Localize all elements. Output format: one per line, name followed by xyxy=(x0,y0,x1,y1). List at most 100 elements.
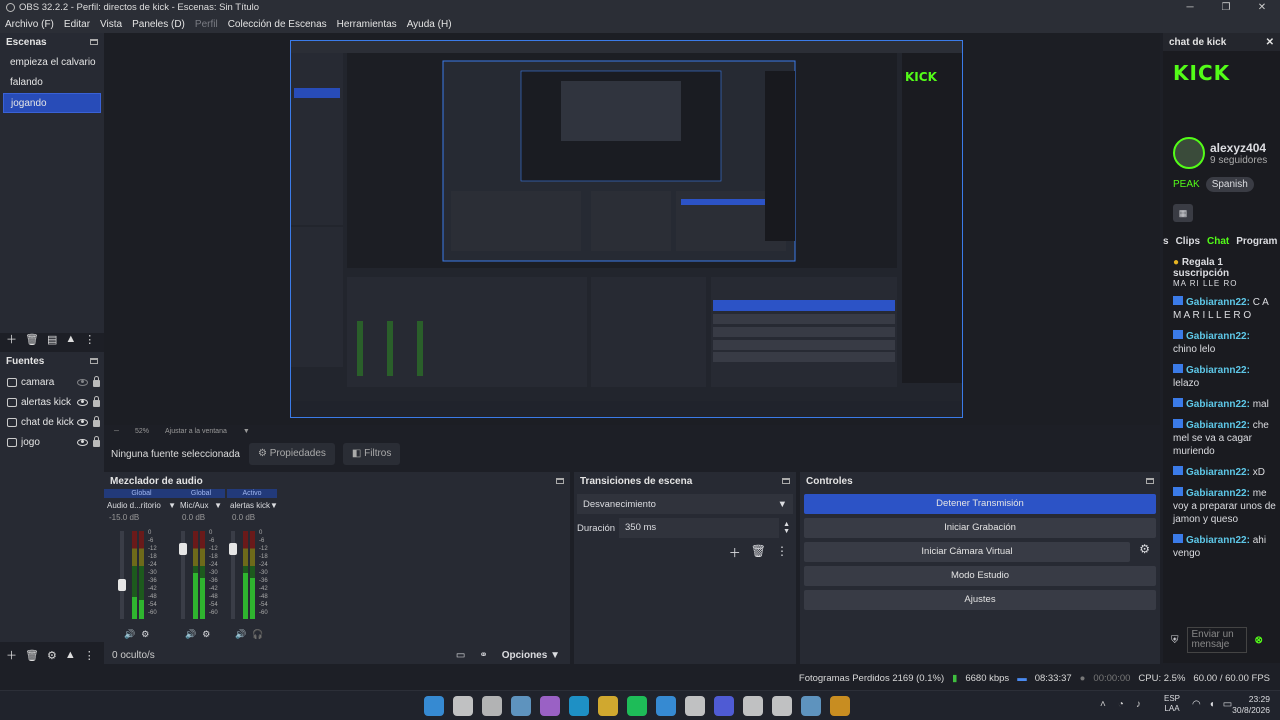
scene-item[interactable]: jogando xyxy=(3,93,101,113)
more-icon[interactable]: ⋮ xyxy=(84,333,95,346)
menu-item[interactable]: Ayuda (H) xyxy=(402,19,457,30)
steam-icon[interactable] xyxy=(801,696,821,716)
avatar[interactable] xyxy=(1173,137,1205,169)
chat-username[interactable]: Gabiarann22: xyxy=(1186,399,1250,410)
transition-select[interactable]: Desvanecimiento ▼ xyxy=(577,494,793,514)
move-up-icon[interactable]: ▲ xyxy=(65,649,76,661)
discord-icon[interactable] xyxy=(714,696,734,716)
menu-item[interactable]: Colección de Escenas xyxy=(223,19,332,30)
move-up-icon[interactable]: ▲ xyxy=(65,333,76,345)
undock-icon[interactable] xyxy=(556,478,564,484)
undock-icon[interactable] xyxy=(90,358,98,364)
spinner-icon[interactable]: ▲ ▼ xyxy=(783,521,790,535)
lock-icon[interactable] xyxy=(93,396,100,407)
scene-item[interactable]: falando xyxy=(3,73,101,93)
gear-icon[interactable]: 🎧 xyxy=(252,629,263,640)
remove-source-icon[interactable]: 🗑 xyxy=(25,649,39,662)
undock-icon[interactable] xyxy=(1146,478,1154,484)
chat-input[interactable]: Enviar un mensaje xyxy=(1186,627,1247,653)
control-button[interactable]: Detener Transmisión xyxy=(804,494,1156,514)
search-icon[interactable] xyxy=(453,696,473,716)
send-icon[interactable]: ⊗ xyxy=(1255,635,1263,646)
volume-icon[interactable]: ◖ xyxy=(1209,699,1215,710)
speaker-icon[interactable]: 🔊 xyxy=(185,629,196,640)
visibility-icon[interactable] xyxy=(77,418,88,426)
add-source-icon[interactable]: ＋ xyxy=(6,647,17,663)
zoom-out-icon[interactable]: ─ xyxy=(114,428,119,435)
tag-peak[interactable]: PEAK xyxy=(1173,179,1200,190)
chat-tab[interactable]: Chat xyxy=(1207,236,1229,247)
control-button[interactable]: Iniciar Cámara Virtual xyxy=(804,542,1130,562)
filters-button[interactable]: ◧ Filtros xyxy=(342,443,401,465)
spotify-icon[interactable] xyxy=(627,696,647,716)
lock-icon[interactable] xyxy=(93,376,100,387)
options-button[interactable]: Opciones ▼ xyxy=(502,650,560,661)
app-icon[interactable] xyxy=(743,696,763,716)
obs-icon[interactable] xyxy=(772,696,792,716)
store-icon[interactable] xyxy=(656,696,676,716)
steam-icon[interactable] xyxy=(511,696,531,716)
source-item[interactable]: alertas kick xyxy=(0,392,104,412)
channel-name-row[interactable]: alertas kick ▼ xyxy=(227,501,278,510)
layout-icon[interactable]: ▭ xyxy=(456,650,465,661)
speaker-icon[interactable]: 🔊 xyxy=(124,629,135,640)
add-transition-icon[interactable]: ＋ xyxy=(729,544,741,561)
chat-username[interactable]: Gabiarann22: xyxy=(1186,467,1250,478)
menu-item[interactable]: Editar xyxy=(59,19,95,30)
scene-item[interactable]: empieza el calvario xyxy=(3,53,101,73)
task-view-icon[interactable] xyxy=(482,696,502,716)
properties-button[interactable]: ⚙ Propiedades xyxy=(249,443,335,465)
menu-item[interactable]: Vista xyxy=(95,19,127,30)
gear-icon[interactable]: ⚙ xyxy=(202,629,210,640)
maximize-button[interactable]: ❐ xyxy=(1208,0,1244,15)
copilot-icon[interactable] xyxy=(540,696,560,716)
edge-icon[interactable] xyxy=(569,696,589,716)
chat-username[interactable]: Gabiarann22: xyxy=(1186,331,1250,342)
channel-name-row[interactable]: Audio d...ritorio ▼ xyxy=(104,501,179,510)
close-button[interactable]: ✕ xyxy=(1244,0,1280,15)
link-icon[interactable]: ⚭ xyxy=(479,650,487,661)
language-indicator[interactable]: ESP LAA xyxy=(1164,694,1180,714)
windows-start-icon[interactable] xyxy=(424,696,444,716)
speaker-icon[interactable]: 🔊 xyxy=(235,629,246,640)
chevron-down-icon[interactable]: ▼ xyxy=(243,428,250,435)
minimize-button[interactable]: ─ xyxy=(1172,0,1208,15)
chatgpt-icon[interactable] xyxy=(685,696,705,716)
chat-tab[interactable]: Clips xyxy=(1176,236,1200,247)
mic-icon[interactable]: ♪ xyxy=(1136,699,1141,710)
channel-name[interactable]: alexyz404 xyxy=(1210,141,1267,155)
gear-icon[interactable]: ⚙ xyxy=(1139,542,1150,556)
chat-username[interactable]: Gabiarann22: xyxy=(1186,488,1250,499)
remove-transition-icon[interactable]: 🗑 xyxy=(751,544,766,561)
clock[interactable]: 23:29 30/8/2026 xyxy=(1228,694,1270,716)
control-button[interactable]: Ajustes xyxy=(804,590,1156,610)
chat-username[interactable]: Gabiarann22: xyxy=(1186,365,1250,376)
visibility-icon[interactable] xyxy=(77,378,88,386)
source-settings-icon[interactable]: ⚙ xyxy=(47,649,57,662)
source-item[interactable]: jogo xyxy=(0,432,104,452)
source-item[interactable]: chat de kick xyxy=(0,412,104,432)
volume-slider[interactable] xyxy=(118,531,126,619)
control-button[interactable]: Iniciar Grabación xyxy=(804,518,1156,538)
undock-icon[interactable] xyxy=(90,39,98,45)
close-icon[interactable]: ✕ xyxy=(1266,37,1274,48)
wifi-icon[interactable]: ◠ xyxy=(1192,699,1201,710)
chat-tab[interactable]: s xyxy=(1163,236,1169,247)
network-icon[interactable]: ◔ xyxy=(1118,699,1124,710)
tag-language[interactable]: Spanish xyxy=(1205,177,1254,192)
volume-slider[interactable] xyxy=(229,531,237,619)
fit-window-select[interactable]: Ajustar a la ventana xyxy=(165,428,227,435)
menu-item[interactable]: Paneles (D) xyxy=(127,19,190,30)
chat-tab[interactable]: Program xyxy=(1236,236,1277,247)
add-scene-icon[interactable]: ＋ xyxy=(6,331,17,347)
channel-name-row[interactable]: Mic/Aux ▼ xyxy=(177,501,225,510)
duration-input[interactable]: 350 ms xyxy=(619,518,780,538)
volume-slider[interactable] xyxy=(179,531,187,619)
lock-icon[interactable] xyxy=(93,436,100,447)
file-explorer-icon[interactable] xyxy=(598,696,618,716)
chat-username[interactable]: Gabiarann22: xyxy=(1186,297,1250,308)
more-icon[interactable]: ⋮ xyxy=(84,649,95,662)
shield-icon[interactable]: ⛨ xyxy=(1171,635,1179,646)
gear-icon[interactable]: ⚙ xyxy=(141,629,149,640)
lock-icon[interactable] xyxy=(93,416,100,427)
